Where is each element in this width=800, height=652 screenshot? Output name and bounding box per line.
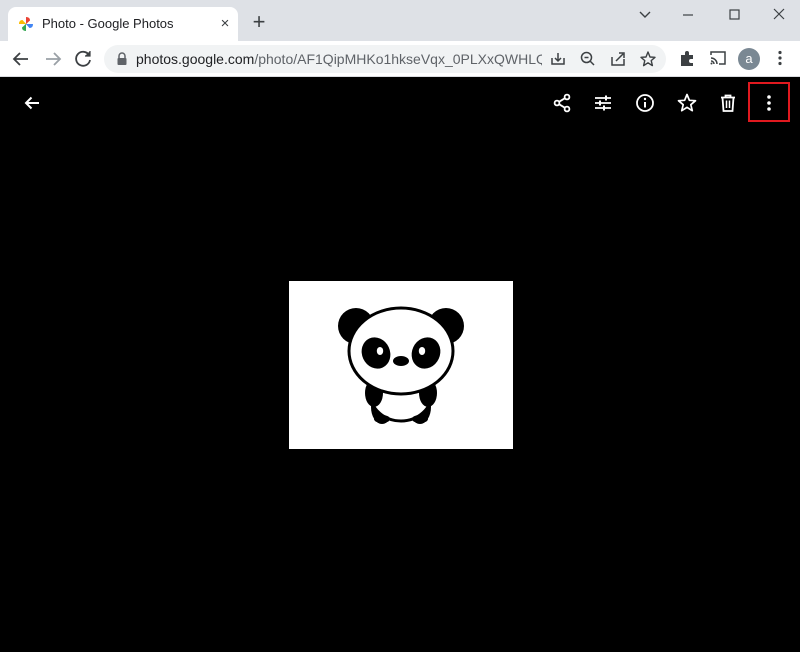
favorite-star-icon[interactable]	[676, 92, 698, 114]
browser-toolbar: photos.google.com/photo/AF1QipMHKo1hkseV…	[0, 41, 800, 77]
share-page-icon[interactable]	[608, 49, 628, 69]
url-host: photos.google.com	[136, 51, 255, 67]
share-icon[interactable]	[551, 92, 573, 114]
reload-icon[interactable]	[70, 46, 96, 72]
photo-image[interactable]	[289, 281, 513, 449]
close-window-icon[interactable]	[764, 6, 794, 24]
cast-icon[interactable]	[707, 47, 729, 69]
panda-illustration	[338, 306, 464, 424]
tab-search-chevron-icon[interactable]	[630, 6, 660, 24]
zoom-icon[interactable]	[578, 49, 598, 69]
more-options-highlight	[748, 82, 790, 122]
browser-tab[interactable]: Photo - Google Photos ×	[8, 7, 238, 41]
lock-icon[interactable]	[116, 52, 128, 66]
edit-icon[interactable]	[592, 92, 614, 114]
profile-avatar[interactable]: a	[738, 48, 760, 70]
back-arrow-icon[interactable]	[21, 92, 43, 114]
extensions-puzzle-icon[interactable]	[676, 47, 698, 69]
install-app-icon[interactable]	[548, 49, 568, 69]
tab-strip: Photo - Google Photos × +	[0, 0, 800, 41]
maximize-icon[interactable]	[719, 6, 749, 24]
minimize-icon[interactable]	[673, 6, 703, 24]
address-bar[interactable]: photos.google.com/photo/AF1QipMHKo1hkseV…	[104, 45, 666, 73]
google-photos-favicon-icon	[18, 16, 34, 32]
browser-menu-icon[interactable]	[769, 47, 791, 69]
url-text[interactable]: photos.google.com/photo/AF1QipMHKo1hkseV…	[136, 51, 542, 67]
forward-icon[interactable]	[40, 46, 66, 72]
tab-title: Photo - Google Photos	[42, 16, 174, 31]
url-path: /photo/AF1QipMHKo1hkseVqx_0PLXxQWHLQ...	[254, 51, 542, 67]
bookmark-star-icon[interactable]	[638, 49, 658, 69]
photo-viewer	[0, 77, 800, 652]
delete-icon[interactable]	[717, 92, 739, 114]
back-icon[interactable]	[8, 46, 34, 72]
tab-close-icon[interactable]: ×	[216, 15, 234, 33]
info-icon[interactable]	[634, 92, 656, 114]
new-tab-button[interactable]: +	[248, 11, 270, 33]
